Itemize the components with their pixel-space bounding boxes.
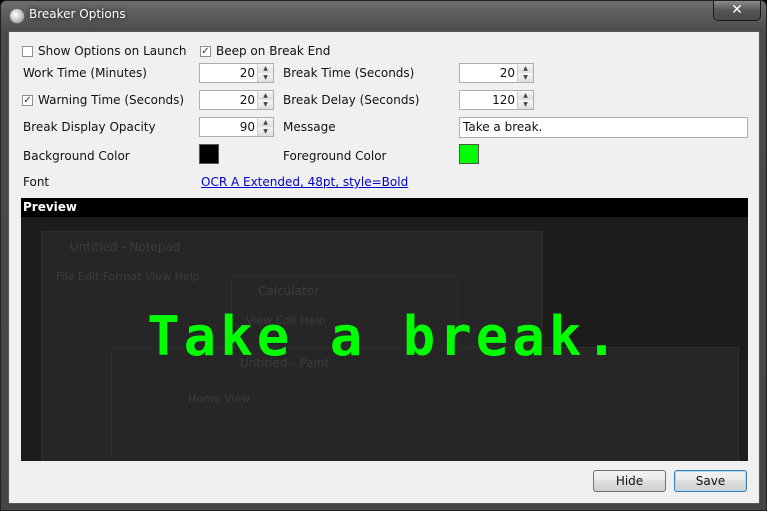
preview-message: Take a break. [147, 305, 622, 368]
window-title: Breaker Options [29, 7, 126, 21]
font-link[interactable]: OCR A Extended, 48pt, style=Bold [201, 175, 408, 189]
show-on-launch-label: Show Options on Launch [38, 44, 187, 58]
break-delay-value: 120 [492, 93, 515, 107]
options-panel: Show Options on Launch ✓ Beep on Break E… [8, 31, 760, 504]
foreground-color-swatch[interactable] [459, 144, 479, 164]
ghost-calculator-title: Calculator [258, 284, 319, 298]
break-time-spinner[interactable]: 20 ▲ ▼ [459, 63, 534, 83]
close-button[interactable]: ✕ [713, 1, 761, 21]
ghost-notepad-menu: File Edit Format View Help [56, 270, 200, 283]
background-color-label: Background Color [23, 149, 130, 163]
warning-time-value: 20 [239, 93, 255, 107]
spin-down-arrow-icon[interactable]: ▼ [258, 100, 273, 109]
break-time-value: 20 [499, 66, 515, 80]
warning-time-checkbox[interactable]: ✓ [22, 95, 33, 106]
beep-on-break-end-label: Beep on Break End [216, 44, 331, 58]
opacity-spinner[interactable]: 90 ▲ ▼ [199, 117, 274, 137]
ghost-notepad-title: Untitled - Notepad [70, 240, 181, 254]
message-input[interactable]: Take a break. [459, 117, 748, 138]
work-time-value: 20 [239, 66, 255, 80]
ghost-paint-tabs: Home View [188, 392, 251, 405]
spinner-arrows: ▲ ▼ [257, 91, 273, 109]
preview-area: Untitled - Notepad File Edit Format View… [21, 217, 748, 461]
spinner-arrows: ▲ ▼ [517, 91, 533, 109]
background-color-swatch[interactable] [199, 144, 219, 164]
spinner-arrows: ▲ ▼ [257, 64, 273, 82]
break-delay-label: Break Delay (Seconds) [283, 93, 420, 107]
spin-down-arrow-icon[interactable]: ▼ [258, 127, 273, 136]
app-clock-icon [9, 8, 25, 24]
title-bar[interactable]: Breaker Options ✕ [1, 1, 766, 29]
break-delay-spinner[interactable]: 120 ▲ ▼ [459, 90, 534, 110]
font-label: Font [23, 175, 50, 189]
spinner-arrows: ▲ ▼ [517, 64, 533, 82]
work-time-spinner[interactable]: 20 ▲ ▼ [199, 63, 274, 83]
spin-down-arrow-icon[interactable]: ▼ [518, 100, 533, 109]
save-button[interactable]: Save [674, 470, 747, 492]
foreground-color-label: Foreground Color [283, 149, 387, 163]
preview-header: Preview [21, 198, 748, 217]
spin-down-arrow-icon[interactable]: ▼ [258, 73, 273, 82]
warning-time-label: Warning Time (Seconds) [38, 93, 185, 107]
opacity-value: 90 [239, 120, 255, 134]
work-time-label: Work Time (Minutes) [23, 66, 147, 80]
warning-time-spinner[interactable]: 20 ▲ ▼ [199, 90, 274, 110]
spinner-arrows: ▲ ▼ [257, 118, 273, 136]
opacity-label: Break Display Opacity [23, 120, 156, 134]
show-on-launch-checkbox[interactable] [22, 46, 33, 57]
break-time-label: Break Time (Seconds) [283, 66, 415, 80]
message-label: Message [283, 120, 336, 134]
options-window: Breaker Options ✕ Show Options on Launch… [0, 0, 767, 511]
beep-on-break-end-checkbox[interactable]: ✓ [200, 46, 211, 57]
hide-button[interactable]: Hide [593, 470, 666, 492]
spin-down-arrow-icon[interactable]: ▼ [518, 73, 533, 82]
